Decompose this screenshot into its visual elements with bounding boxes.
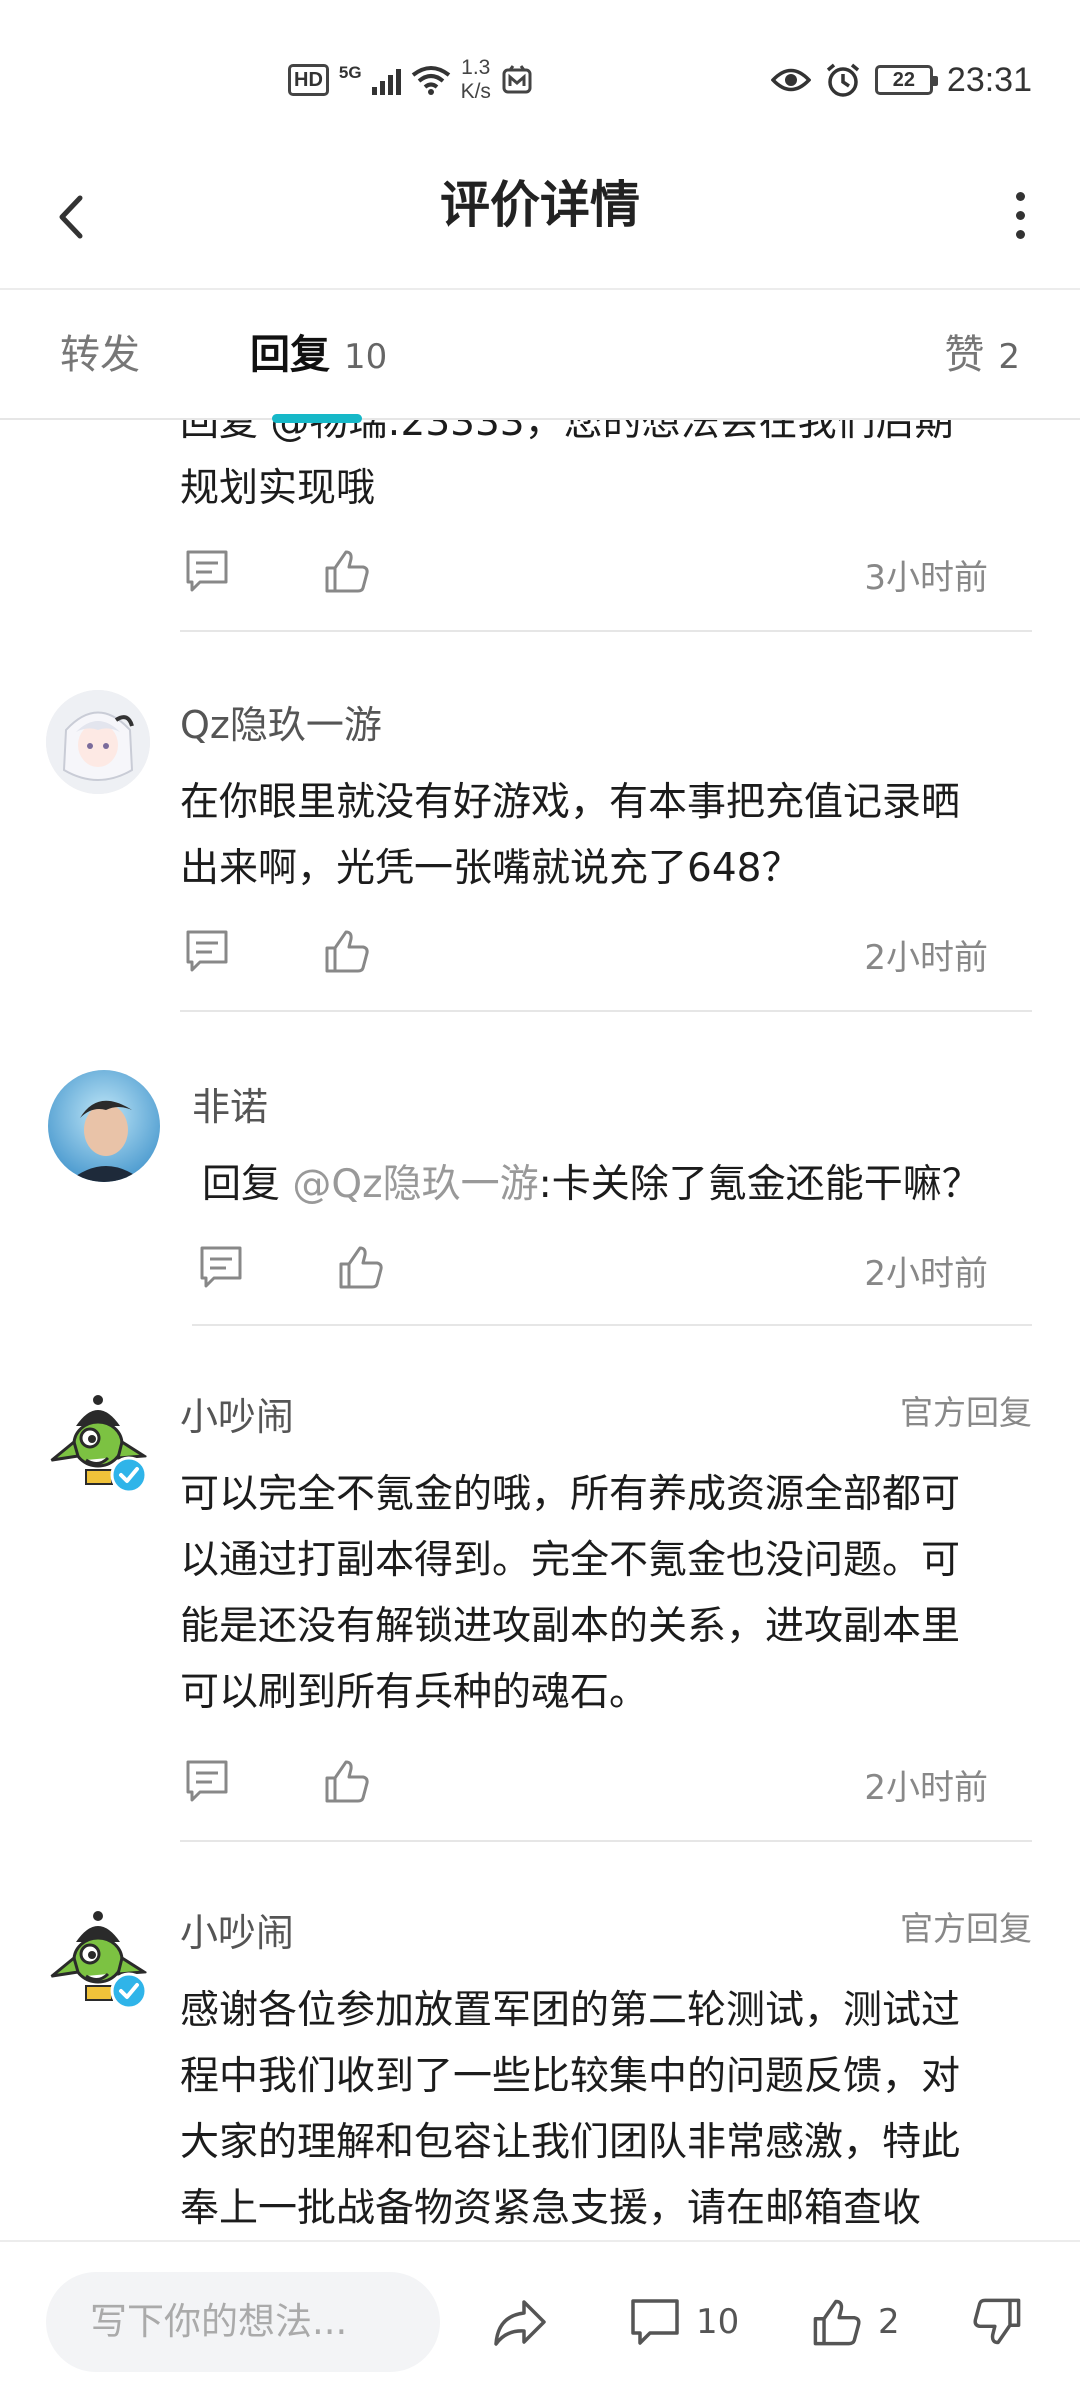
comment-input[interactable]: 写下你的想法... bbox=[46, 2272, 440, 2372]
username[interactable]: 非诺 bbox=[192, 1076, 268, 1131]
thumbs-up-icon[interactable] bbox=[322, 1756, 372, 1806]
comment-count: 10 bbox=[696, 2302, 740, 2342]
reply-time: 2小时前 bbox=[864, 1768, 988, 1808]
reply-time: 2小时前 bbox=[864, 1254, 988, 1294]
dislike-button[interactable] bbox=[970, 2282, 1024, 2362]
status-bar: HD 5G 1.3 K/s 22 23:31 bbox=[0, 0, 1080, 140]
username[interactable]: 小吵闹 bbox=[180, 1386, 294, 1441]
thumbs-up-icon bbox=[813, 2299, 861, 2346]
thumbs-up-icon[interactable] bbox=[322, 546, 372, 596]
app-bar: 评价详情 bbox=[0, 140, 1080, 290]
alarm-icon bbox=[826, 63, 860, 97]
notification-app-icon bbox=[502, 65, 532, 94]
clock: 23:31 bbox=[946, 60, 1032, 99]
wifi-icon bbox=[411, 66, 450, 95]
mention-link[interactable]: @Qz隐玖一游 bbox=[292, 1162, 538, 1207]
eye-icon bbox=[770, 68, 811, 92]
anime-avatar-image bbox=[46, 690, 150, 794]
comment-icon[interactable] bbox=[182, 1756, 232, 1806]
bottom-action-bar: 写下你的想法... 10 2 bbox=[0, 2240, 1080, 2400]
official-reply-badge: 官方回复 bbox=[900, 1393, 1032, 1432]
tab-like[interactable]: 赞2 bbox=[944, 292, 1020, 418]
chevron-left-icon bbox=[59, 195, 83, 239]
battery-icon: 22 bbox=[874, 65, 938, 95]
verified-badge-icon bbox=[110, 1456, 148, 1494]
divider bbox=[180, 630, 1032, 632]
reply-time: 2小时前 bbox=[864, 938, 988, 978]
reply-text: 感谢各位参加放置军团的第二轮测试，测试过 程中我们收到了一些比较集中的问题反馈，… bbox=[180, 1988, 961, 2231]
reply-count: 10 bbox=[344, 337, 388, 377]
signal-icon bbox=[371, 65, 401, 95]
username[interactable]: Qz隐玖一游 bbox=[180, 694, 382, 749]
like-count: 2 bbox=[878, 2302, 900, 2342]
reply-text: 在你眼里就没有好游戏，有本事把充值记录晒 出来啊，光凭一张嘴就说充了648？ bbox=[180, 780, 961, 891]
verified-badge-icon bbox=[110, 1972, 148, 2010]
reply-list[interactable]: 回复 @物瑞:23333，您的想法会在我们后期 规划实现哦 3小时前 Qz隐玖一… bbox=[0, 420, 1080, 2240]
reply-text: 可以完全不氪金的哦，所有养成资源全部都可 以通过打副本得到。完全不氪金也没问题。… bbox=[180, 1472, 961, 1715]
divider bbox=[192, 1324, 1032, 1326]
share-button[interactable] bbox=[490, 2282, 550, 2362]
thumbs-up-icon[interactable] bbox=[322, 926, 372, 976]
share-icon bbox=[494, 2300, 546, 2346]
page-title: 评价详情 bbox=[440, 176, 640, 234]
comment-icon[interactable] bbox=[182, 546, 232, 596]
divider bbox=[180, 1840, 1032, 1842]
like-count: 2 bbox=[998, 337, 1020, 377]
username[interactable]: 小吵闹 bbox=[180, 1902, 294, 1957]
divider bbox=[180, 1010, 1032, 1012]
reply-time: 3小时前 bbox=[864, 558, 988, 598]
more-vertical-icon bbox=[1015, 191, 1025, 201]
status-right: 22 23:31 bbox=[770, 50, 1032, 110]
more-button[interactable] bbox=[990, 180, 1050, 250]
reply-text: 回复 @物瑞:23333，您的想法会在我们后期 规划实现哦 bbox=[180, 420, 954, 511]
thumbs-down-icon bbox=[973, 2298, 1021, 2345]
network-speed: 1.3 K/s bbox=[460, 56, 491, 103]
comment-icon[interactable] bbox=[182, 926, 232, 976]
reply-text: 回复 @Qz隐玖一游:卡关除了氪金还能干嘛？ bbox=[202, 1162, 981, 1207]
comment-button[interactable]: 10 bbox=[628, 2282, 739, 2362]
thumbs-up-icon[interactable] bbox=[336, 1242, 386, 1292]
network-type: 5G bbox=[338, 63, 362, 82]
tab-bar: 转发 回复 10 赞2 bbox=[0, 292, 1080, 420]
like-button[interactable]: 2 bbox=[810, 2282, 900, 2362]
avatar[interactable] bbox=[46, 690, 150, 794]
tab-indicator bbox=[272, 414, 362, 423]
status-left: HD 5G 1.3 K/s bbox=[288, 50, 533, 110]
comment-icon[interactable] bbox=[196, 1242, 246, 1292]
back-button[interactable] bbox=[40, 180, 110, 250]
hd-voice-icon: HD bbox=[288, 64, 329, 96]
comment-icon bbox=[631, 2299, 679, 2345]
avatar[interactable] bbox=[48, 1070, 160, 1182]
tab-forward[interactable]: 转发 bbox=[60, 292, 140, 418]
official-reply-badge: 官方回复 bbox=[900, 1909, 1032, 1948]
user-photo-image bbox=[48, 1070, 160, 1182]
tab-reply[interactable]: 回复 10 bbox=[250, 292, 387, 418]
